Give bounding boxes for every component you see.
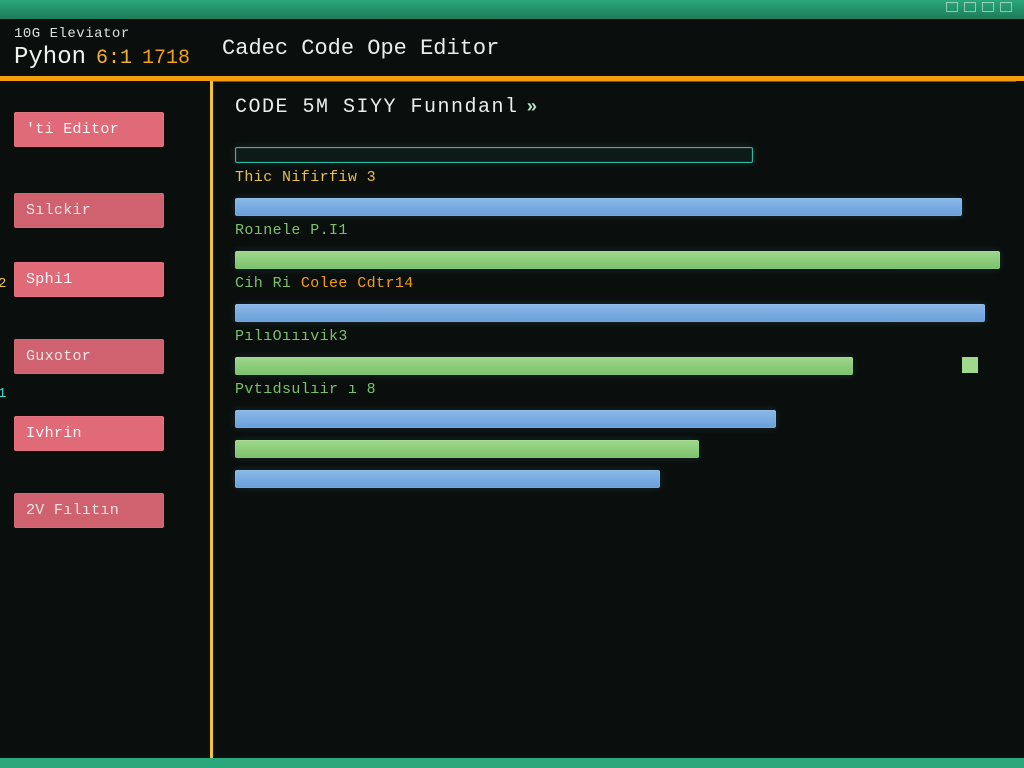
metric-bar bbox=[235, 251, 1000, 269]
window-control-box[interactable] bbox=[964, 2, 976, 12]
metric-bar bbox=[235, 440, 699, 458]
metric-bar bbox=[235, 470, 660, 488]
metric-row: Roınele P.I1 bbox=[235, 198, 1008, 239]
status-bar bbox=[0, 758, 1024, 768]
tab-active[interactable]: Pyhon 6:1 1718 bbox=[14, 44, 190, 71]
tab-active-name: Pyhon bbox=[14, 44, 86, 71]
metric-rows: Thic Nifirfiw 3 Roınele P.I1 Cih Ri Colee … bbox=[235, 147, 1008, 488]
tab-bar: 10G Eleviator Pyhon 6:1 1718 Cadec Code … bbox=[0, 20, 1024, 76]
panel-heading-text: CODE 5M SIYY Funndanl bbox=[235, 96, 519, 119]
sidebar-item[interactable]: Sılckir bbox=[14, 193, 164, 228]
sidebar-item[interactable]: Guxotor bbox=[14, 339, 164, 374]
metric-row bbox=[235, 440, 1008, 458]
metric-row: Pvtıdsulıir ı 8 bbox=[235, 357, 1008, 398]
chevron-right-icon: » bbox=[527, 98, 539, 118]
metric-row bbox=[235, 470, 1008, 488]
metric-row: Cih Ri Colee Cdtr14 bbox=[235, 251, 1008, 292]
metric-marker bbox=[962, 357, 978, 373]
metric-bar bbox=[235, 147, 753, 163]
tab-active-version-a: 6:1 bbox=[96, 47, 132, 70]
sidebar-item-label: Ivhrin bbox=[26, 425, 82, 442]
editor-panel: CODE 5M SIYY Funndanl » Thic Nifirfiw 3 R… bbox=[210, 76, 1024, 758]
sidebar-item-label: Sphi1 bbox=[26, 271, 73, 288]
gutter-marker: 2 bbox=[0, 276, 6, 292]
metric-bar bbox=[235, 410, 776, 428]
metric-bar bbox=[235, 357, 853, 375]
window-control-box[interactable] bbox=[1000, 2, 1012, 12]
window-control-box[interactable] bbox=[946, 2, 958, 12]
window-control-box[interactable] bbox=[982, 2, 994, 12]
sidebar-item[interactable]: 2V Fılıtın bbox=[14, 493, 164, 528]
gutter-marker: 1 bbox=[0, 386, 6, 402]
window-titlebar bbox=[0, 0, 1024, 20]
metric-label: Roınele P.I1 bbox=[235, 222, 1008, 239]
tab-secondary[interactable]: Cadec Code Ope Editor bbox=[222, 36, 499, 61]
metric-label: Pvtıdsulıir ı 8 bbox=[235, 381, 1008, 398]
sidebar-item[interactable]: 'ti Editor bbox=[14, 112, 164, 147]
window-controls bbox=[946, 2, 1012, 12]
sidebar: 2 1 'ti Editor Sılckir Sphi1 Guxotor Ivh… bbox=[0, 76, 210, 758]
metric-label: PılıOıııvik3 bbox=[235, 328, 1008, 345]
sidebar-item-label: 'ti Editor bbox=[26, 121, 119, 138]
sidebar-item[interactable]: Ivhrin bbox=[14, 416, 164, 451]
metric-row: PılıOıııvik3 bbox=[235, 304, 1008, 345]
tab-active-version-b: 1718 bbox=[142, 47, 190, 70]
sidebar-item-label: 2V Fılıtın bbox=[26, 502, 119, 519]
tab-hint: 10G Eleviator bbox=[14, 26, 190, 42]
panel-heading: CODE 5M SIYY Funndanl » bbox=[235, 96, 1008, 119]
metric-label: Cih Ri Colee Cdtr14 bbox=[235, 275, 1008, 292]
metric-label: Thic Nifirfiw 3 bbox=[235, 169, 1008, 186]
metric-row bbox=[235, 410, 1008, 428]
sidebar-item-label: Guxotor bbox=[26, 348, 91, 365]
sidebar-item-label: Sılckir bbox=[26, 202, 91, 219]
metric-bar bbox=[235, 198, 962, 216]
accent-stripe bbox=[0, 76, 1024, 81]
sidebar-item[interactable]: Sphi1 bbox=[14, 262, 164, 297]
metric-row: Thic Nifirfiw 3 bbox=[235, 147, 1008, 186]
metric-bar bbox=[235, 304, 985, 322]
